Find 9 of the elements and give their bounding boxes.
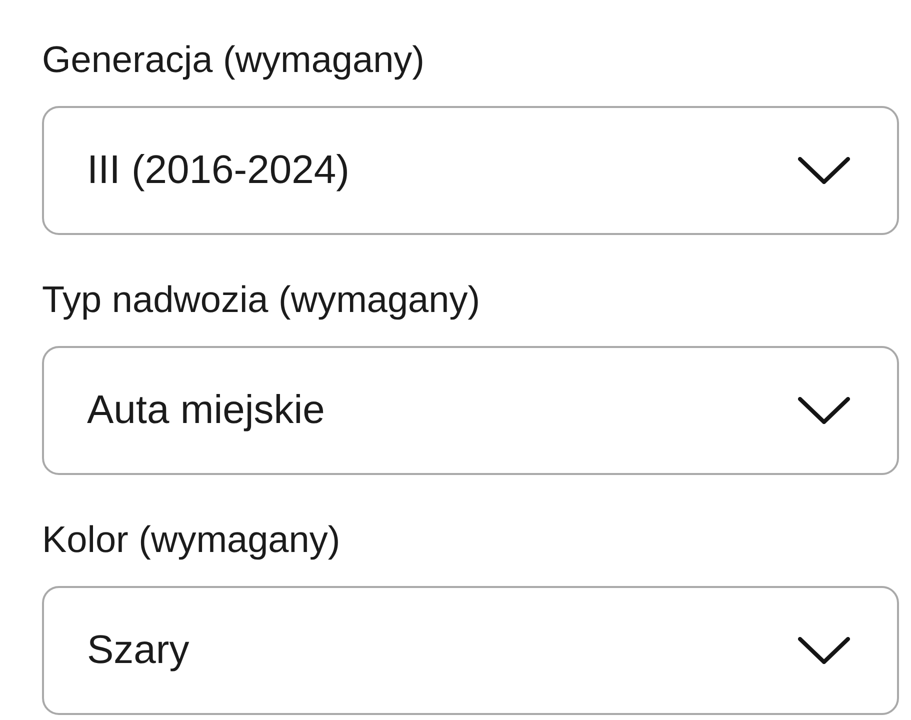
field-label: Kolor (wymagany) <box>42 520 342 560</box>
field-label: Typ nadwozia (wymagany) <box>42 280 482 320</box>
chevron-down-icon <box>798 157 850 184</box>
dropdown[interactable]: Szary <box>42 586 899 715</box>
dropdown[interactable]: Auta miejskie <box>42 346 899 475</box>
chevron-down-icon <box>798 397 850 424</box>
dropdown[interactable]: III (2016-2024) <box>42 106 899 235</box>
chevron-down-icon <box>798 637 850 664</box>
field-label: Generacja (wymagany) <box>42 40 426 80</box>
